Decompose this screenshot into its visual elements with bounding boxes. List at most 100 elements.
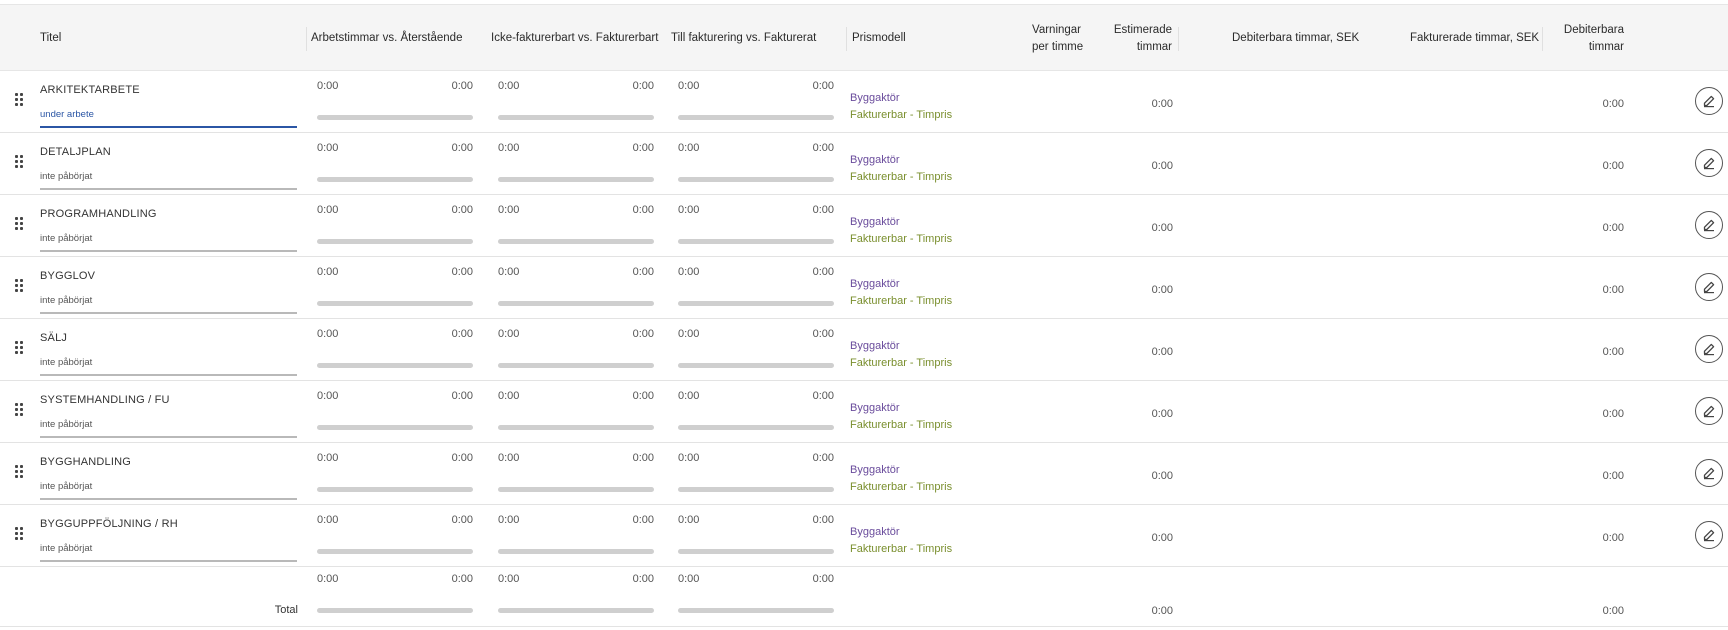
billable-hours: 0:00 xyxy=(1602,408,1624,420)
nonbill-bar xyxy=(498,115,654,120)
work-progress: 0:00 0:00 xyxy=(317,328,473,368)
work-progress: 0:00 0:00 xyxy=(317,390,473,430)
total-work-value: 0:00 xyxy=(317,573,339,585)
edit-button[interactable] xyxy=(1695,521,1723,549)
edit-button[interactable] xyxy=(1695,87,1723,115)
header-nonbill-vs-bill[interactable]: Icke-fakturerbart vs. Fakturerbart xyxy=(491,5,658,72)
status-underline xyxy=(40,250,297,252)
drag-handle-icon[interactable] xyxy=(15,341,25,357)
price-model-type: Fakturerbar - Timpris xyxy=(850,109,953,121)
tobill-value: 0:00 xyxy=(678,142,700,154)
row-status[interactable]: inte påbörjat xyxy=(40,419,92,430)
nonbill-value: 0:00 xyxy=(498,142,520,154)
edit-button[interactable] xyxy=(1695,149,1723,177)
price-model-type: Fakturerbar - Timpris xyxy=(850,357,953,369)
row-status[interactable]: inte påbörjat xyxy=(40,171,92,182)
remaining-value: 0:00 xyxy=(451,204,473,216)
nonbill-progress: 0:00 0:00 xyxy=(498,80,654,120)
pencil-icon xyxy=(1703,281,1715,294)
row-status[interactable]: inte påbörjat xyxy=(40,481,92,492)
header-title[interactable]: Titel xyxy=(40,5,61,72)
header-invoiced-hours-sek[interactable]: Fakturerade timmar, SEK xyxy=(1410,5,1539,72)
pencil-icon xyxy=(1703,467,1715,480)
estimated-hours: 0:00 xyxy=(1151,470,1173,482)
drag-handle-icon[interactable] xyxy=(15,279,25,295)
nonbill-value: 0:00 xyxy=(498,266,520,278)
pencil-icon xyxy=(1703,405,1715,418)
edit-button[interactable] xyxy=(1695,459,1723,487)
nonbill-progress: 0:00 0:00 xyxy=(498,142,654,182)
work-value: 0:00 xyxy=(317,328,339,340)
drag-handle-icon[interactable] xyxy=(15,93,25,109)
estimated-hours: 0:00 xyxy=(1151,408,1173,420)
status-underline xyxy=(40,560,297,562)
work-value: 0:00 xyxy=(317,80,339,92)
edit-button[interactable] xyxy=(1695,273,1723,301)
pencil-icon xyxy=(1703,529,1715,542)
price-model-client: Byggaktör xyxy=(850,216,900,228)
row-status[interactable]: inte påbörjat xyxy=(40,233,92,244)
price-model-client: Byggaktör xyxy=(850,154,900,166)
drag-handle-icon[interactable] xyxy=(15,403,25,419)
tobill-value: 0:00 xyxy=(678,452,700,464)
drag-handle-icon[interactable] xyxy=(15,155,25,171)
remaining-value: 0:00 xyxy=(451,266,473,278)
billed-value: 0:00 xyxy=(812,390,834,402)
phases-table: Titel Arbetstimmar vs. Återstående Icke-… xyxy=(0,4,1728,627)
row-status[interactable]: inte påbörjat xyxy=(40,543,92,554)
header-billable-hours[interactable]: Debiterbara timmar xyxy=(1548,5,1624,72)
work-progress: 0:00 0:00 xyxy=(317,204,473,244)
nonbill-progress: 0:00 0:00 xyxy=(498,390,654,430)
row-title: BYGGUPPFÖLJNING / RH xyxy=(40,518,178,530)
header-price-model[interactable]: Prismodell xyxy=(852,5,906,72)
price-model-client: Byggaktör xyxy=(850,402,900,414)
tobill-value: 0:00 xyxy=(678,266,700,278)
bill-value: 0:00 xyxy=(632,452,654,464)
price-model-type: Fakturerbar - Timpris xyxy=(850,419,953,431)
billed-value: 0:00 xyxy=(812,266,834,278)
row-status[interactable]: inte påbörjat xyxy=(40,357,92,368)
work-progress: 0:00 0:00 xyxy=(317,142,473,182)
edit-button[interactable] xyxy=(1695,397,1723,425)
nonbill-value: 0:00 xyxy=(498,390,520,402)
nonbill-bar xyxy=(498,301,654,306)
total-work-progress: 0:00 0:00 xyxy=(317,573,473,613)
remaining-value: 0:00 xyxy=(451,452,473,464)
table-body: ARKITEKTARBETE under arbete 0:00 0:00 0:… xyxy=(0,71,1728,567)
row-status[interactable]: under arbete xyxy=(40,109,94,120)
total-row: 0:00 0:00 0:00 0:00 0:00 0:00 Total 0:00… xyxy=(0,567,1728,627)
tobill-bar xyxy=(678,301,834,306)
tobill-bar xyxy=(678,239,834,244)
drag-handle-icon[interactable] xyxy=(15,465,25,481)
drag-handle-icon[interactable] xyxy=(15,217,25,233)
work-value: 0:00 xyxy=(317,204,339,216)
pencil-icon xyxy=(1703,343,1715,356)
header-warnings-per-hour[interactable]: Varningar per timme xyxy=(1032,5,1084,72)
nonbill-value: 0:00 xyxy=(498,452,520,464)
header-tobill-vs-billed[interactable]: Till fakturering vs. Fakturerat xyxy=(671,5,816,72)
tobill-progress: 0:00 0:00 xyxy=(678,452,834,492)
header-work-vs-remaining[interactable]: Arbetstimmar vs. Återstående xyxy=(311,5,462,72)
price-model-type: Fakturerbar - Timpris xyxy=(850,295,953,307)
nonbill-bar xyxy=(498,177,654,182)
drag-handle-icon[interactable] xyxy=(15,527,25,543)
work-value: 0:00 xyxy=(317,266,339,278)
nonbill-bar xyxy=(498,549,654,554)
edit-button[interactable] xyxy=(1695,335,1723,363)
total-billable: 0:00 xyxy=(1602,605,1624,617)
row-title: DETALJPLAN xyxy=(40,146,111,158)
pencil-icon xyxy=(1703,157,1715,170)
work-value: 0:00 xyxy=(317,514,339,526)
remaining-value: 0:00 xyxy=(451,390,473,402)
row-title: BYGGHANDLING xyxy=(40,456,132,468)
pencil-icon xyxy=(1703,219,1715,232)
edit-button[interactable] xyxy=(1695,211,1723,239)
tobill-value: 0:00 xyxy=(678,328,700,340)
price-model-client: Byggaktör xyxy=(850,464,900,476)
header-estimated-hours[interactable]: Estimerade timmar xyxy=(1100,5,1172,72)
header-billable-hours-sek[interactable]: Debiterbara timmar, SEK xyxy=(1232,5,1359,72)
billed-value: 0:00 xyxy=(812,328,834,340)
estimated-hours: 0:00 xyxy=(1151,160,1173,172)
row-status[interactable]: inte påbörjat xyxy=(40,295,92,306)
work-bar xyxy=(317,115,473,120)
